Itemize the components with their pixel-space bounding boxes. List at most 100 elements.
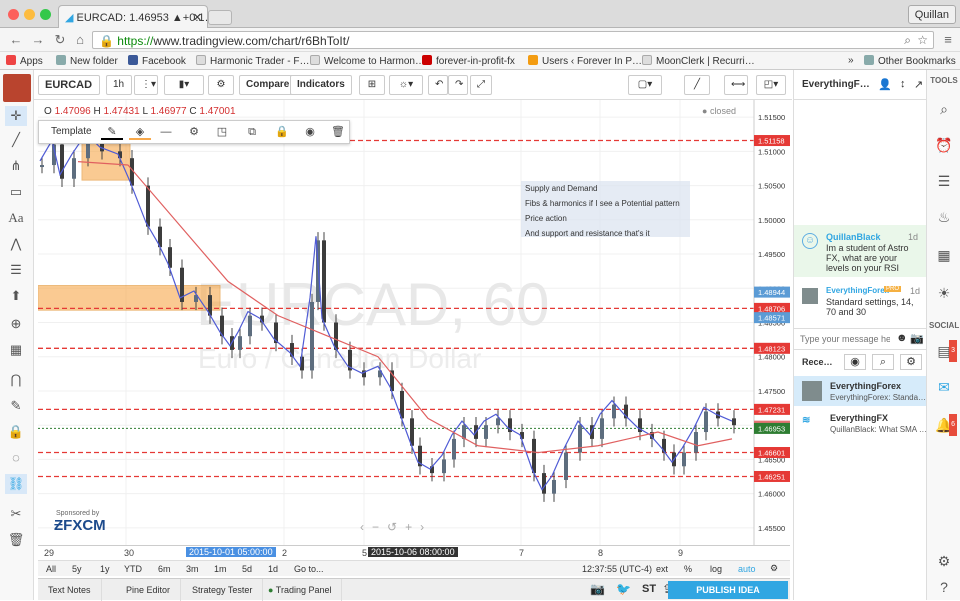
message-author[interactable]: EverythingForex [826, 286, 889, 295]
bookmark-other[interactable]: Other Bookmarks [864, 55, 956, 67]
settings-gear-icon[interactable]: ⚙ [770, 563, 778, 574]
indicators-button[interactable]: Indicators [290, 75, 352, 95]
bookmark-facebook[interactable]: Facebook [128, 55, 186, 67]
settings-gear-icon[interactable]: ⚙ [933, 550, 955, 572]
range-3m[interactable]: 3m [186, 564, 199, 574]
visibility-eye-icon[interactable]: ◉ [299, 124, 321, 140]
avatar[interactable] [3, 74, 31, 102]
close-window-button[interactable] [8, 9, 19, 20]
message-field[interactable] [800, 332, 890, 346]
bookmark-welcome[interactable]: Welcome to Harmon… [310, 55, 425, 67]
link-icon[interactable]: ⛓ [5, 474, 27, 494]
measure-tool-icon[interactable]: ⟷ [724, 75, 748, 95]
close-tab-icon[interactable]: ✕ [193, 11, 202, 24]
tab-trading-panel[interactable]: ● Trading Panel [258, 579, 343, 601]
notifications-bell-icon[interactable]: 🔔 6 [933, 414, 957, 436]
trend-line-icon[interactable]: ╱ [5, 130, 27, 150]
zoom-window-button[interactable] [40, 9, 51, 20]
twitter-icon[interactable]: 🐦 [616, 582, 631, 596]
chat-room-name[interactable]: EverythingF… [802, 79, 870, 90]
search-icon[interactable]: ⌕ [872, 354, 894, 370]
alarm-clock-icon[interactable]: ⏰ [933, 134, 955, 156]
calendar-icon[interactable]: ▦ [933, 244, 955, 266]
popout-icon[interactable]: ↗ [914, 78, 923, 91]
menu-icon[interactable]: ≡ [940, 32, 956, 48]
message-input[interactable]: ☻ 📷 [794, 328, 927, 350]
range-all[interactable]: All [46, 564, 56, 574]
add-indicator-icon[interactable]: ⊞ [359, 75, 385, 95]
hide-drawings-icon[interactable]: ◌ [5, 448, 27, 468]
minimize-window-button[interactable] [24, 9, 35, 20]
expand-icon[interactable]: ↕ [900, 78, 906, 90]
text-tool-icon[interactable]: Aa [5, 208, 27, 228]
new-tab-button[interactable] [208, 10, 232, 25]
emoji-icon[interactable]: ☻ [896, 332, 908, 344]
stocktwits-icon[interactable]: ST [642, 583, 656, 595]
range-ytd[interactable]: YTD [124, 564, 142, 574]
tab-strategy-tester[interactable]: Strategy Tester [182, 579, 264, 601]
watchlist-search-icon[interactable]: ⌕ [933, 98, 955, 120]
line-tool-icon[interactable]: ╱ [684, 75, 710, 95]
goto-button[interactable]: Go to... [294, 564, 324, 574]
lock-icon[interactable]: 🔒 [271, 124, 293, 140]
streams-icon[interactable]: ▤ 3 [933, 340, 957, 362]
bookmark-apps[interactable]: Apps [6, 55, 43, 67]
sponsor-logo[interactable]: ƵFXCM [54, 517, 106, 534]
clone-icon[interactable]: ◳ [211, 124, 233, 140]
url-bar[interactable]: 🔒 https://www.tradingview.com/chart/r6Bh… [92, 31, 934, 49]
template-dropdown[interactable]: Template [51, 126, 92, 137]
ext-toggle[interactable]: ext [656, 564, 668, 574]
layout-icon[interactable]: ▢▾ [628, 75, 662, 95]
interval-select[interactable]: 1h [106, 75, 132, 95]
home-icon[interactable]: ⌂ [72, 32, 88, 48]
line-width-icon[interactable]: — [155, 124, 177, 140]
range-5d[interactable]: 5d [242, 564, 252, 574]
price-chart[interactable]: EURCAD, 60Euro / Canadian Dollar1.515001… [38, 100, 790, 545]
magnet-icon[interactable]: ⋂ [5, 370, 27, 390]
delete-icon[interactable]: 🗑 [327, 124, 349, 140]
tab-pine-editor[interactable]: Pine Editor [116, 579, 182, 601]
trash-icon[interactable]: 🗑 [5, 530, 27, 550]
settings-gear-icon[interactable]: ⚙ [900, 354, 922, 370]
snapshot-icon[interactable]: ◰▾ [756, 75, 786, 95]
bookmark-moonclerk[interactable]: MoonClerk | Recurri… [642, 55, 755, 67]
scroll-right-icon[interactable]: › [420, 520, 432, 534]
lock-drawings-icon[interactable]: 🔒 [5, 422, 27, 442]
settings-icon[interactable]: ⚙ [183, 124, 205, 140]
zoom-in-icon[interactable]: + [405, 520, 420, 534]
log-toggle[interactable]: log [710, 564, 722, 574]
back-arrow-icon[interactable]: ← [8, 32, 24, 48]
range-1m[interactable]: 1m [214, 564, 227, 574]
forward-arrow-icon[interactable]: → [30, 32, 46, 48]
ideas-bulb-icon[interactable]: ☀ [933, 282, 955, 304]
text-note[interactable]: Supply and Demand Fibs & harmonics if I … [521, 181, 690, 238]
range-1y[interactable]: 1y [100, 564, 110, 574]
profile-button[interactable]: Quillan [907, 5, 956, 24]
reset-icon[interactable]: ↺ [387, 520, 405, 534]
zoom-out-icon[interactable]: − [372, 520, 387, 534]
range-6m[interactable]: 6m [158, 564, 171, 574]
browser-tab[interactable]: ◢ EURCAD: 1.46953 ▲+0.1… ✕ [58, 5, 208, 28]
zoom-icon[interactable]: ⊕ [5, 314, 27, 334]
hotlist-flame-icon[interactable]: ♨ [933, 206, 955, 228]
arrow-up-icon[interactable]: ⬆ [5, 286, 27, 306]
draw-mode-icon[interactable]: ✎ [5, 396, 27, 416]
undo-icon[interactable]: ↶ [428, 75, 448, 95]
attach-image-icon[interactable]: 📷 [910, 332, 924, 345]
fill-color-icon[interactable]: ◈ [129, 124, 151, 140]
scroll-left-icon[interactable]: ‹ [360, 520, 372, 534]
symbol-input[interactable]: EURCAD [38, 75, 100, 95]
recent-chat-item[interactable]: EverythingForex EverythingForex: Standa… [794, 376, 927, 406]
bookmark-forever-in-profit[interactable]: forever-in-profit-fx [422, 55, 515, 67]
auto-toggle[interactable]: auto [738, 564, 756, 574]
pitchfork-icon[interactable]: ⋔ [5, 156, 27, 176]
pattern-icon[interactable]: ⋀ [5, 234, 27, 254]
zoom-search-icon[interactable]: ⌕ [904, 33, 911, 48]
more-intervals-icon[interactable]: ⋮▾ [134, 75, 158, 95]
bookmark-new-folder[interactable]: New folder [56, 55, 118, 67]
settings-gear-icon[interactable]: ⚙ [208, 75, 234, 95]
alert-bulb-icon[interactable]: ☼▾ [389, 75, 423, 95]
reload-icon[interactable]: ↻ [52, 32, 68, 48]
range-1d[interactable]: 1d [268, 564, 278, 574]
tab-text-notes[interactable]: Text Notes [38, 579, 102, 601]
